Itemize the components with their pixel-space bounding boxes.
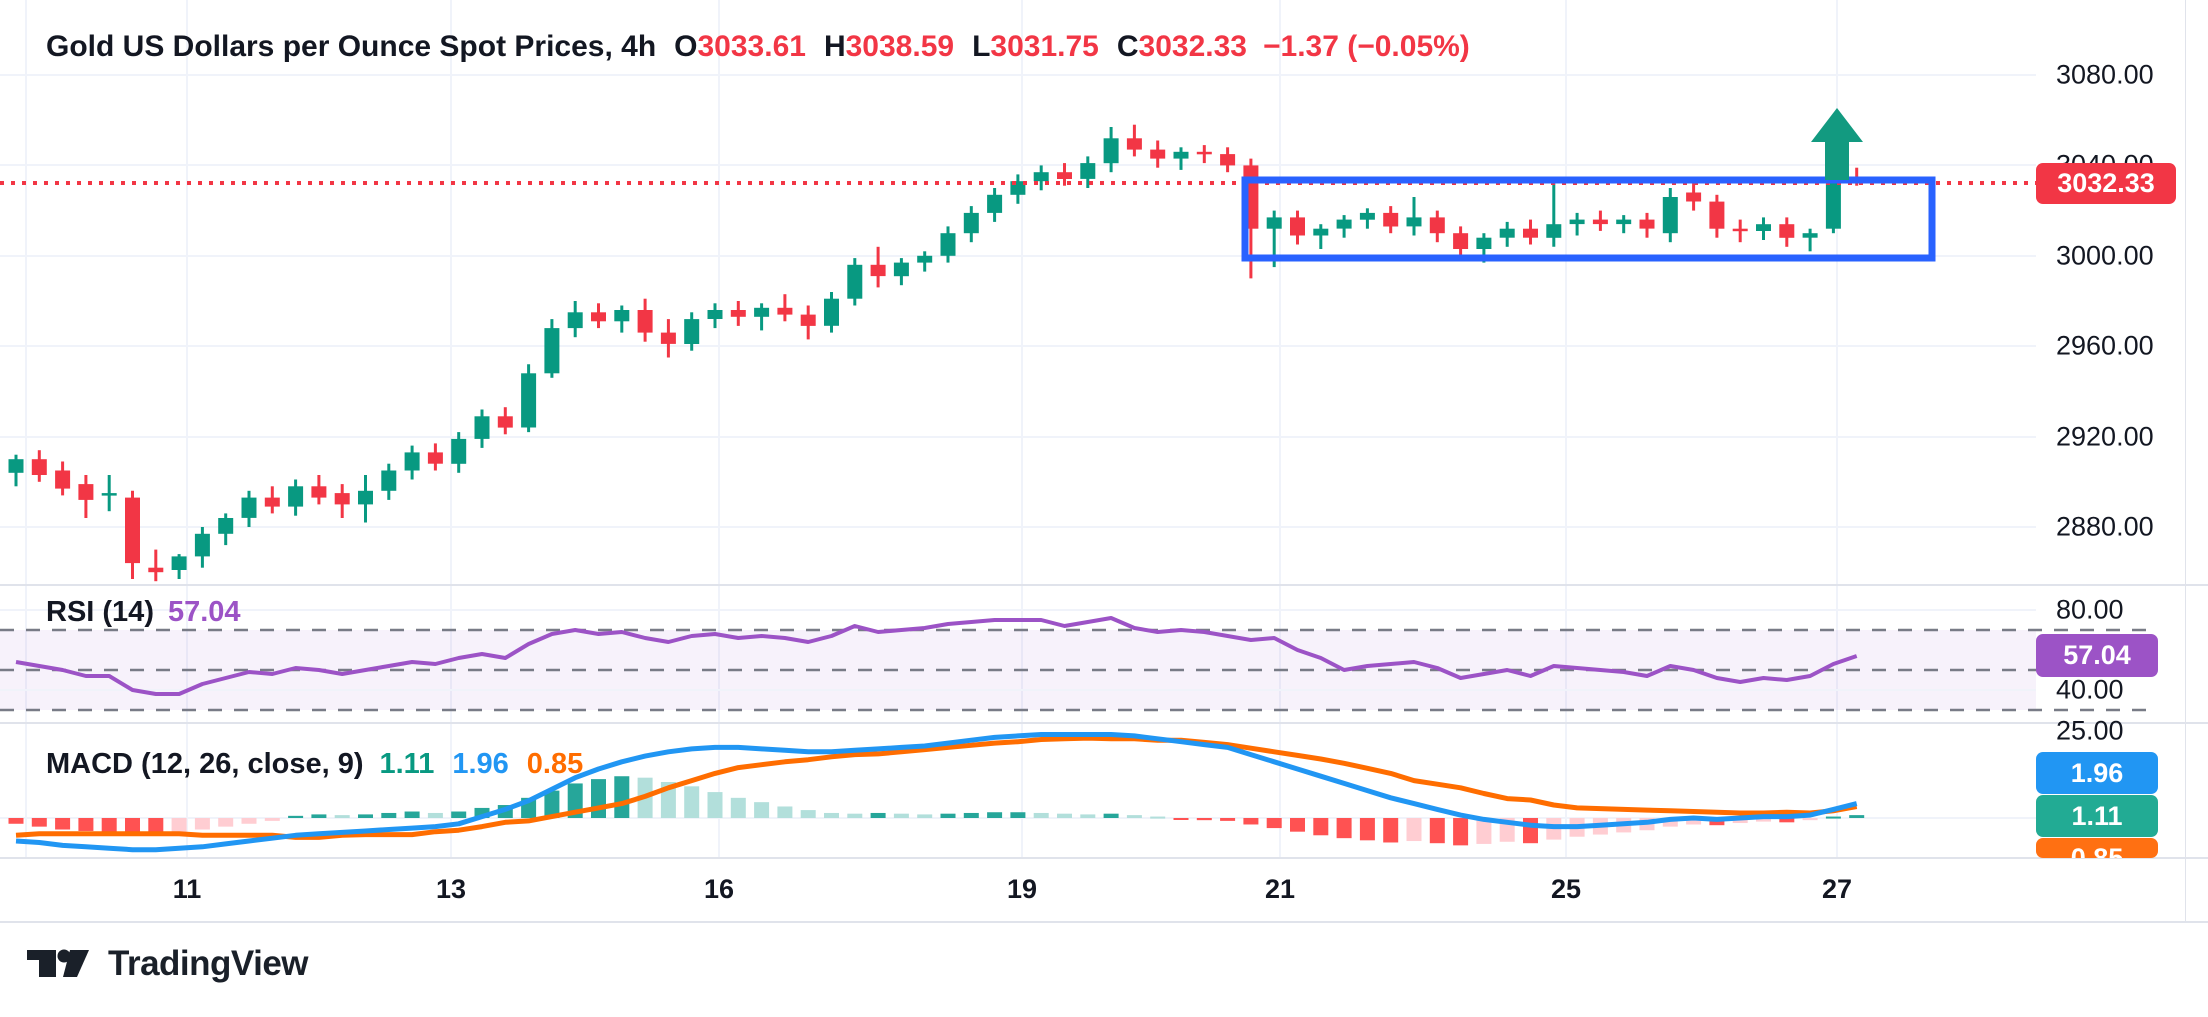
chart-root: Gold US Dollars per Ounce Spot Prices, 4… <box>0 0 2208 1012</box>
chart-canvas[interactable] <box>0 0 2208 1017</box>
tradingview-logo-icon <box>26 949 90 979</box>
tradingview-logo-text: TradingView <box>108 944 308 984</box>
tradingview-logo[interactable]: TradingView <box>26 944 308 984</box>
